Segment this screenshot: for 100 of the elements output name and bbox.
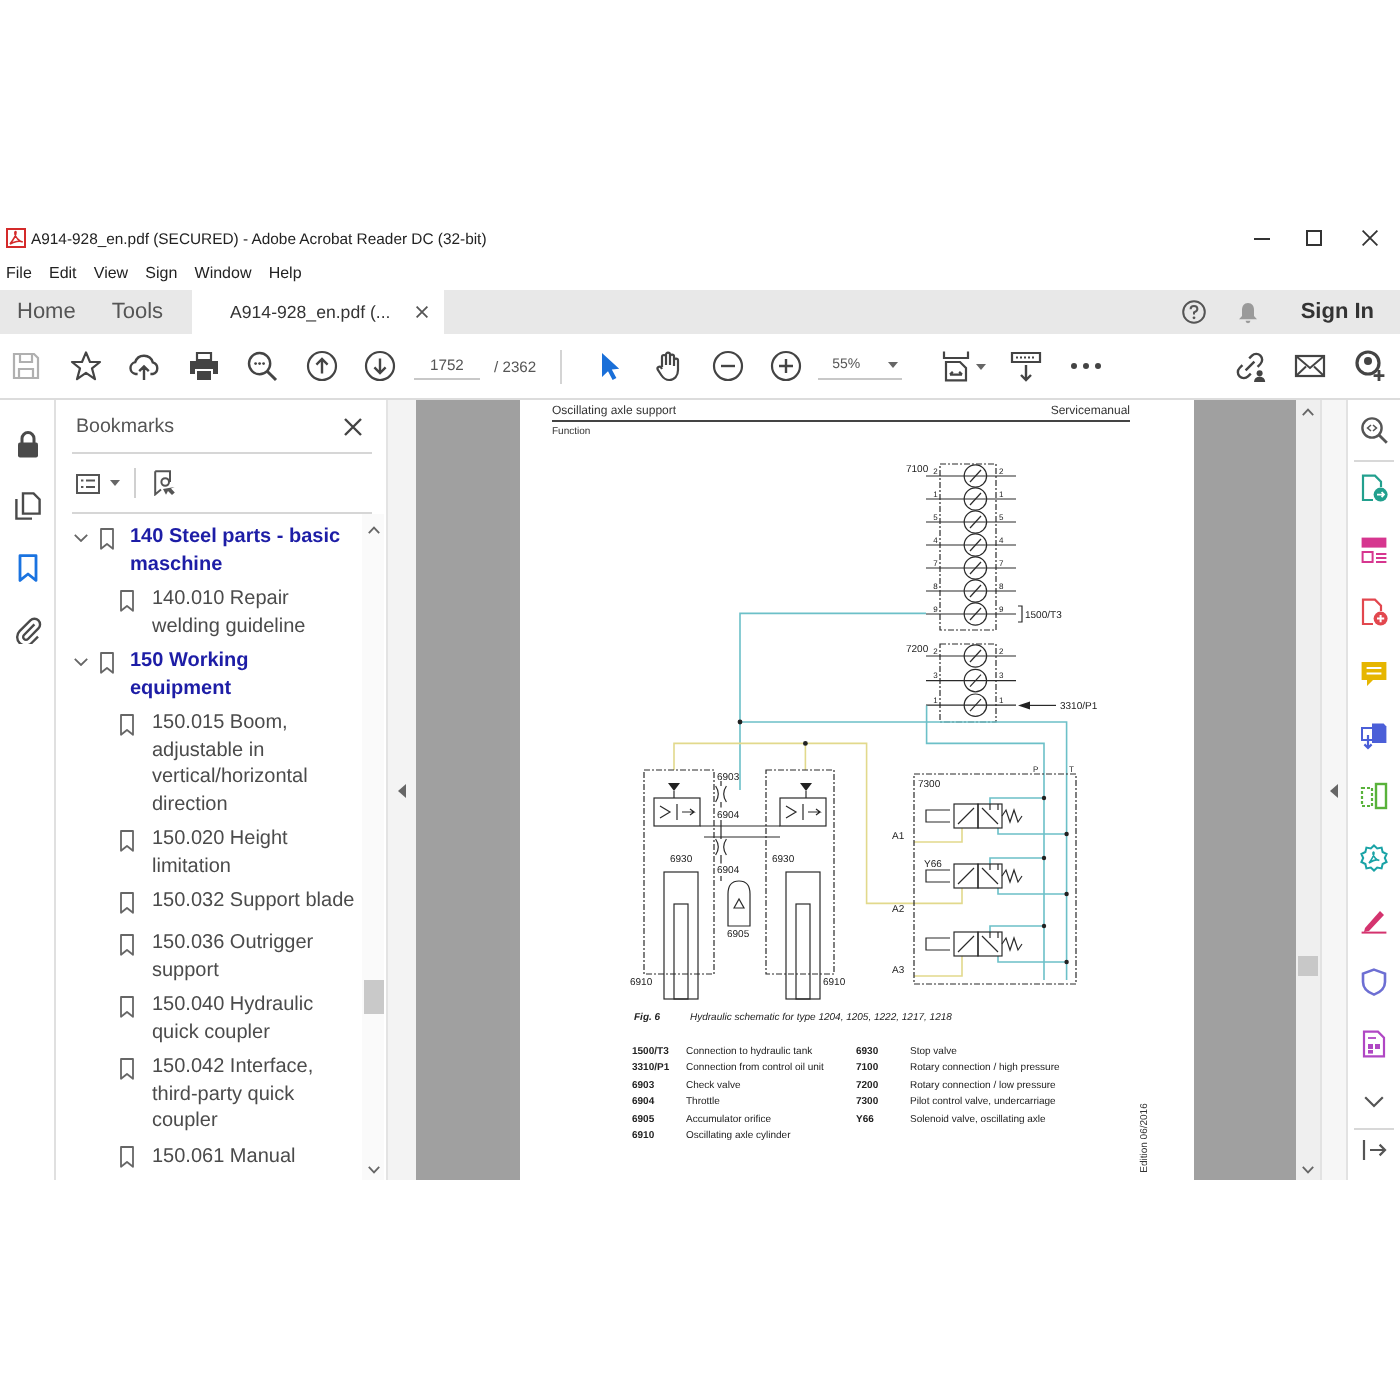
bookmark-link[interactable]: 150.040 Hydraulic quick coupler — [152, 992, 356, 1046]
throttle — [715, 838, 727, 856]
star-icon[interactable] — [69, 350, 101, 382]
check-valve — [668, 783, 680, 799]
menu-item[interactable]: Help — [268, 264, 302, 282]
scroll-mode-icon[interactable] — [1010, 350, 1043, 382]
menu-item[interactable]: View — [93, 264, 129, 282]
bookmark-link[interactable]: 150.032 Support blade — [152, 888, 356, 922]
port-line — [913, 887, 963, 905]
bookmark-link[interactable]: 150.020 Height limitation — [152, 826, 356, 880]
scrollbar[interactable] — [362, 514, 384, 1180]
check-valve — [800, 783, 812, 799]
document-download-icon[interactable] — [1360, 721, 1388, 750]
compare-icon[interactable] — [1360, 782, 1388, 811]
arrow-down-icon[interactable] — [364, 350, 396, 382]
shield-icon[interactable] — [1360, 968, 1388, 997]
collapse-icon[interactable] — [398, 783, 406, 797]
expand-panel-icon[interactable] — [1360, 1136, 1388, 1165]
mail-icon[interactable] — [1294, 350, 1326, 382]
close-icon[interactable] — [415, 306, 428, 318]
panel-title: Bookmarks — [76, 415, 174, 437]
tab[interactable]: A914-928_en.pdf (... — [192, 290, 444, 334]
accumulator — [727, 880, 751, 927]
magnifier-icon[interactable] — [1360, 416, 1388, 444]
bookmark-icon[interactable] — [13, 554, 41, 582]
maximize-icon[interactable] — [1306, 230, 1322, 246]
zoom-out-icon[interactable] — [711, 350, 744, 382]
document-arrow-icon[interactable] — [1360, 474, 1388, 502]
bookmark-icon — [100, 651, 114, 673]
menu-item[interactable]: Window — [194, 264, 252, 282]
scroll-thumb[interactable] — [1298, 956, 1318, 976]
stop-valve — [779, 797, 827, 827]
bookmark-icon — [120, 1146, 134, 1168]
minimize-icon[interactable] — [1254, 237, 1270, 239]
sign-in-button[interactable]: Sign In — [1300, 290, 1374, 334]
badge-icon[interactable] — [1360, 844, 1388, 873]
scroll-down-icon[interactable] — [1302, 1166, 1314, 1174]
bookmark-icon — [120, 589, 134, 611]
scrollbar[interactable] — [1296, 400, 1320, 1180]
menu-item[interactable]: Edit — [48, 264, 77, 282]
bookmark-link[interactable]: 150.036 Outrigger support — [152, 930, 356, 984]
caret-icon[interactable] — [976, 363, 987, 369]
lock-icon[interactable] — [13, 430, 41, 458]
close-icon[interactable] — [344, 417, 362, 435]
more-icon[interactable] — [1069, 362, 1102, 370]
document-icon[interactable] — [1360, 1030, 1388, 1059]
solenoid-valve — [925, 931, 1023, 957]
bookmark-icon — [100, 527, 114, 549]
bookmark-search-icon[interactable] — [154, 470, 176, 496]
bracket-mark — [1017, 605, 1023, 623]
bookmark-icon — [120, 713, 134, 735]
list-options-icon[interactable] — [76, 473, 100, 493]
bookmark-icon — [120, 891, 134, 913]
link-icon[interactable] — [1234, 350, 1266, 382]
hydraulic-cylinder — [785, 871, 821, 1000]
chevron-down-icon[interactable] — [1364, 1096, 1384, 1109]
bookmark-link[interactable]: 150 Working equipment — [130, 648, 350, 702]
zoom-in-icon[interactable] — [770, 350, 803, 382]
arrow-up-icon[interactable] — [305, 350, 337, 382]
help-icon[interactable] — [1182, 300, 1207, 324]
scroll-down-icon[interactable] — [367, 1166, 379, 1174]
upload-icon[interactable] — [128, 350, 160, 382]
pages-icon[interactable] — [13, 492, 41, 520]
bookmark-link[interactable]: 150.015 Boom, adjustable in vertical/horizontal direction — [152, 710, 356, 818]
rotary-connection — [925, 643, 1017, 723]
stop-valve — [653, 797, 701, 827]
caret-icon[interactable] — [888, 362, 899, 368]
collapse-icon[interactable] — [1330, 783, 1338, 797]
layout-icon[interactable] — [1360, 535, 1388, 564]
port-line — [913, 827, 963, 843]
user-add-icon[interactable] — [1354, 350, 1386, 382]
fit-page-icon[interactable] — [940, 350, 973, 382]
bookmark-link[interactable]: 140 Steel parts - basic maschine — [130, 524, 350, 578]
document-plus-icon[interactable] — [1360, 597, 1388, 626]
hydraulic-cylinder — [663, 871, 699, 1000]
throttle — [715, 785, 727, 803]
menu-item[interactable]: Sign — [145, 264, 178, 282]
scroll-up-icon[interactable] — [1302, 408, 1314, 416]
bookmark-icon — [120, 933, 134, 955]
chevron-down-icon[interactable] — [74, 534, 88, 542]
hand-icon[interactable] — [652, 350, 685, 382]
bookmark-icon — [120, 829, 134, 851]
print-icon[interactable] — [187, 350, 219, 382]
bookmark-link[interactable]: 140.010 Repair welding guideline — [152, 586, 356, 640]
close-icon[interactable] — [1362, 230, 1378, 246]
bookmark-icon — [120, 995, 134, 1017]
menu-item[interactable]: File — [6, 264, 32, 282]
bookmark-link[interactable]: 150.061 Manual — [152, 1143, 356, 1177]
solenoid-valve — [925, 803, 1023, 829]
port-line — [913, 955, 963, 977]
scroll-up-icon[interactable] — [367, 526, 379, 534]
caret-icon[interactable] — [110, 480, 120, 486]
chevron-down-icon[interactable] — [74, 658, 88, 666]
bookmark-link[interactable]: 150.042 Interface, third-party quick coupler — [152, 1054, 356, 1135]
paperclip-icon[interactable] — [13, 616, 41, 644]
bookmark-icon — [120, 1057, 134, 1079]
scroll-thumb[interactable] — [363, 980, 383, 1014]
search-icon[interactable] — [246, 350, 278, 382]
pen-icon[interactable] — [1360, 906, 1388, 935]
pdf-icon — [6, 228, 26, 248]
